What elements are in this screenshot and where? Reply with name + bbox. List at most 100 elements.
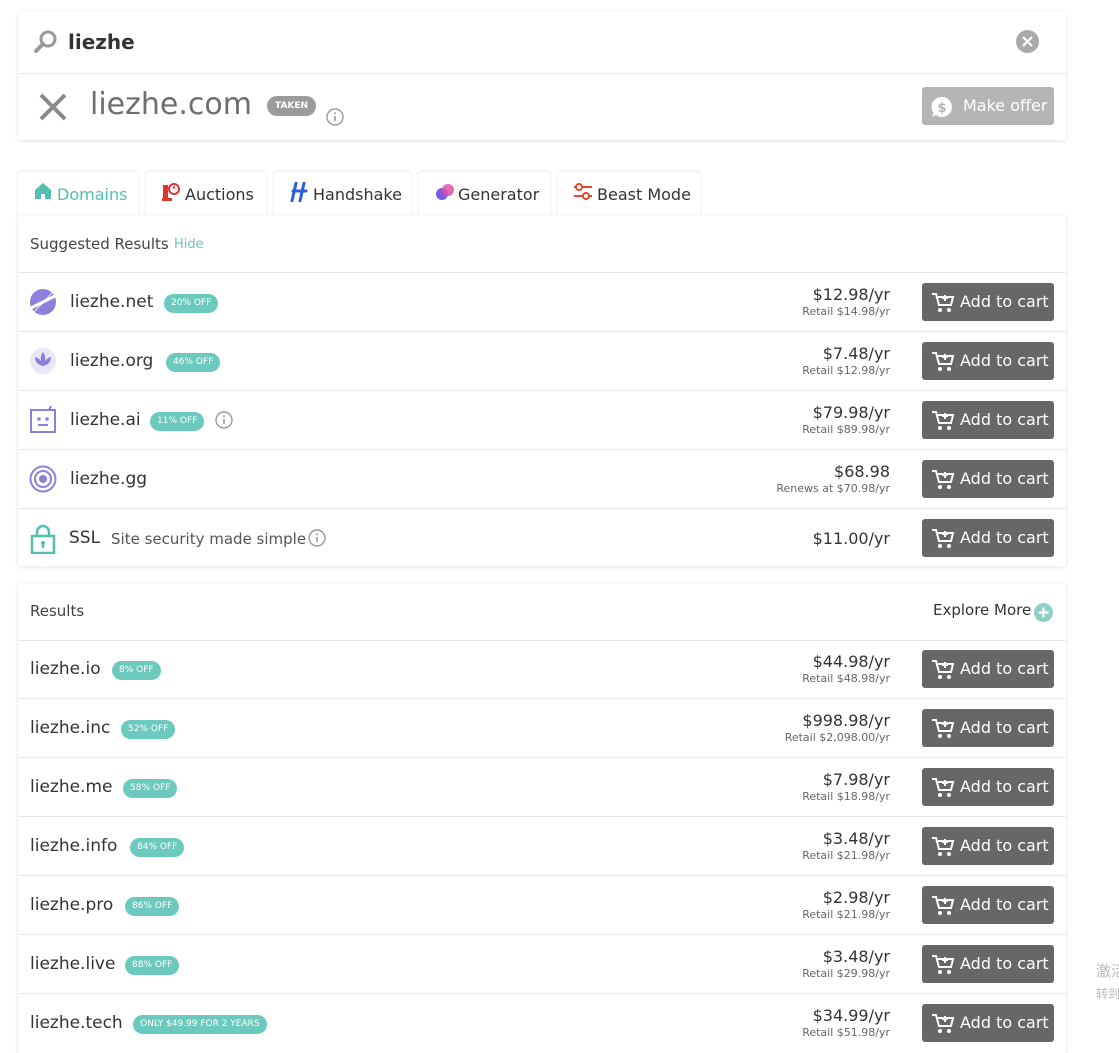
org-lotus-icon xyxy=(29,347,57,379)
add-to-cart-label: Add to cart xyxy=(960,469,1049,488)
add-to-cart-button[interactable]: Add to cart xyxy=(922,401,1054,439)
discount-badge: 11% OFF xyxy=(150,412,205,431)
result-row: liezhe.pro 86% OFF $2.98/yr Retail $21.9… xyxy=(18,876,1066,935)
price: $7.48/yr xyxy=(822,344,890,363)
retail-price: Retail $12.98/yr xyxy=(802,364,890,377)
price: $998.98/yr xyxy=(802,711,890,730)
add-to-cart-label: Add to cart xyxy=(960,718,1049,737)
add-to-cart-button[interactable]: Add to cart xyxy=(922,519,1054,557)
search-input[interactable]: liezhe xyxy=(68,30,135,54)
tab-label: Handshake xyxy=(313,185,402,204)
domain-name[interactable]: liezhe.inc xyxy=(30,718,110,738)
add-to-cart-button[interactable]: Add to cart xyxy=(922,945,1054,983)
add-to-cart-button[interactable]: Add to cart xyxy=(922,886,1054,924)
taken-domain-row: liezhe.com TAKEN $ Make offer xyxy=(18,74,1066,140)
price: $11.00/yr xyxy=(812,529,890,548)
search-card: liezhe liezhe.com TAKEN $ Make offer xyxy=(18,11,1066,140)
search-icon xyxy=(33,29,59,59)
cart-icon xyxy=(932,719,955,738)
suggested-results-panel: Suggested Results Hide liezhe.net 20% OF… xyxy=(18,216,1066,566)
domain-name[interactable]: liezhe.org xyxy=(70,351,153,371)
plus-icon[interactable] xyxy=(1034,603,1053,622)
result-row: liezhe.tech ONLY $49.99 FOR 2 YEARS $34.… xyxy=(18,994,1066,1052)
tab-label: Generator xyxy=(458,185,540,204)
section-title: Results xyxy=(30,602,85,620)
tab-domains[interactable]: Domains xyxy=(18,172,138,216)
info-icon[interactable] xyxy=(326,108,344,126)
sliders-icon xyxy=(574,183,592,200)
cart-icon xyxy=(932,896,955,915)
price: $3.48/yr xyxy=(822,829,890,848)
explore-more-link[interactable]: Explore More xyxy=(933,601,1031,619)
suggested-row: liezhe.gg $68.98 Renews at $70.98/yr Add… xyxy=(18,450,1066,509)
info-icon[interactable] xyxy=(215,411,233,429)
domain-name[interactable]: liezhe.me xyxy=(30,777,113,797)
retail-price: Retail $18.98/yr xyxy=(802,790,890,803)
home-icon xyxy=(35,183,51,199)
tab-auctions[interactable]: Auctions xyxy=(146,172,266,216)
results-header: Results Explore More xyxy=(18,584,1066,641)
discount-badge: 86% OFF xyxy=(125,897,180,916)
discount-badge: ONLY $49.99 FOR 2 YEARS xyxy=(133,1015,267,1034)
add-to-cart-label: Add to cart xyxy=(960,659,1049,678)
suggested-row: liezhe.ai 11% OFF $79.98/yr Retail $89.9… xyxy=(18,391,1066,450)
clear-search-icon[interactable] xyxy=(1016,30,1039,53)
add-to-cart-button[interactable]: Add to cart xyxy=(922,650,1054,688)
domain-name[interactable]: liezhe.io xyxy=(30,659,101,679)
price: $79.98/yr xyxy=(812,403,890,422)
cart-icon xyxy=(932,529,955,548)
ai-robot-icon xyxy=(29,405,57,438)
ssl-row: SSL Site security made simple $11.00/yr … xyxy=(18,509,1066,567)
retail-price: Retail $2,098.00/yr xyxy=(784,731,890,744)
cart-icon xyxy=(932,352,955,371)
taken-domain-name: liezhe.com xyxy=(90,87,252,122)
domain-name[interactable]: liezhe.ai xyxy=(70,410,141,430)
net-planet-icon xyxy=(29,288,57,320)
add-to-cart-button[interactable]: Add to cart xyxy=(922,768,1054,806)
add-to-cart-button[interactable]: Add to cart xyxy=(922,283,1054,321)
add-to-cart-button[interactable]: Add to cart xyxy=(922,1004,1054,1042)
add-to-cart-label: Add to cart xyxy=(960,410,1049,429)
domain-name[interactable]: liezhe.pro xyxy=(30,895,113,915)
domain-name[interactable]: liezhe.tech xyxy=(30,1013,123,1033)
tab-label: Beast Mode xyxy=(597,185,691,204)
add-to-cart-button[interactable]: Add to cart xyxy=(922,460,1054,498)
info-icon[interactable] xyxy=(308,529,326,547)
retail-price: Retail $48.98/yr xyxy=(802,672,890,685)
cart-icon xyxy=(932,660,955,679)
result-row: liezhe.live 88% OFF $3.48/yr Retail $29.… xyxy=(18,935,1066,994)
domain-name[interactable]: liezhe.live xyxy=(30,954,115,974)
domain-name[interactable]: liezhe.gg xyxy=(70,469,147,489)
tab-generator[interactable]: Generator xyxy=(419,172,550,216)
search-bar[interactable]: liezhe xyxy=(18,11,1066,74)
retail-price: Retail $14.98/yr xyxy=(802,305,890,318)
add-to-cart-label: Add to cart xyxy=(960,1013,1049,1032)
hide-link[interactable]: Hide xyxy=(174,237,204,252)
gg-target-icon xyxy=(29,465,57,497)
retail-price: Retail $21.98/yr xyxy=(802,908,890,921)
tab-label: Auctions xyxy=(185,185,254,204)
add-to-cart-button[interactable]: Add to cart xyxy=(922,827,1054,865)
tab-beast-mode[interactable]: Beast Mode xyxy=(558,172,700,216)
domain-name[interactable]: liezhe.info xyxy=(30,836,117,856)
discount-badge: 46% OFF xyxy=(166,353,221,372)
make-offer-button[interactable]: $ Make offer xyxy=(922,87,1054,125)
price: $2.98/yr xyxy=(822,888,890,907)
add-to-cart-button[interactable]: Add to cart xyxy=(922,342,1054,380)
add-to-cart-button[interactable]: Add to cart xyxy=(922,709,1054,747)
retail-price: Retail $21.98/yr xyxy=(802,849,890,862)
add-to-cart-label: Add to cart xyxy=(960,351,1049,370)
cart-icon xyxy=(932,955,955,974)
add-to-cart-label: Add to cart xyxy=(960,292,1049,311)
suggested-header: Suggested Results Hide xyxy=(18,216,1066,273)
price: $7.98/yr xyxy=(822,770,890,789)
cart-icon xyxy=(932,470,955,489)
result-row: liezhe.info 84% OFF $3.48/yr Retail $21.… xyxy=(18,817,1066,876)
price: $34.99/yr xyxy=(812,1006,890,1025)
domain-name[interactable]: liezhe.net xyxy=(70,292,153,312)
cart-icon xyxy=(932,837,955,856)
generator-icon xyxy=(436,184,454,200)
tab-handshake[interactable]: Handshake xyxy=(274,172,411,216)
ssl-name[interactable]: SSL xyxy=(69,528,100,548)
price: $68.98 xyxy=(834,462,890,481)
